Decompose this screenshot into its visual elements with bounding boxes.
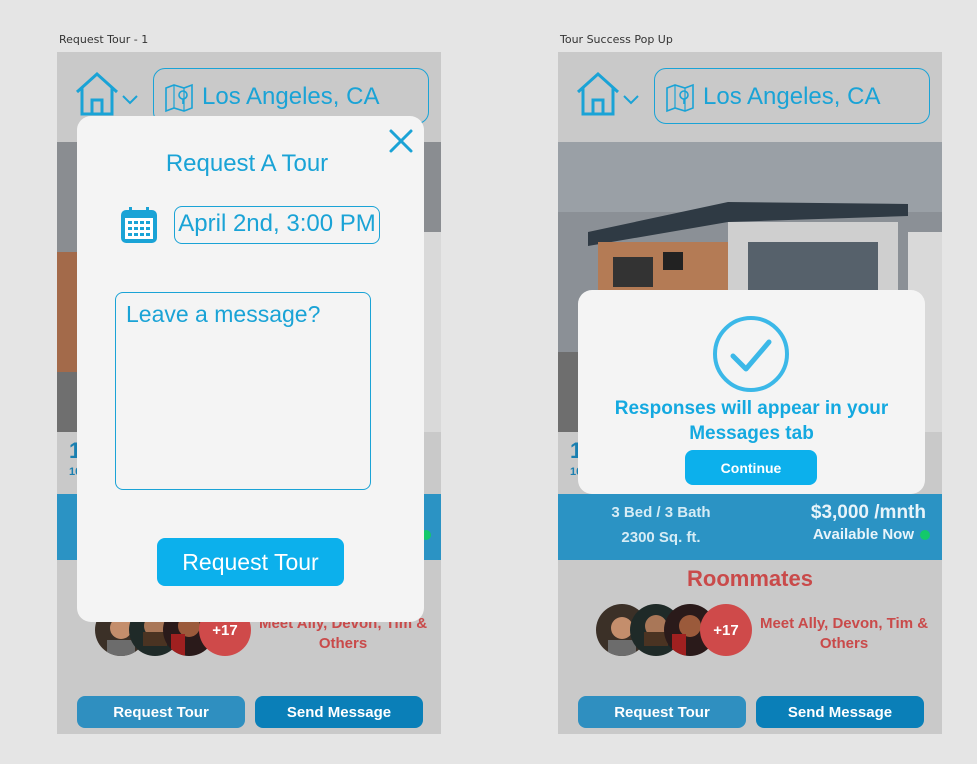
close-icon[interactable]	[388, 128, 414, 154]
home-icon[interactable]	[73, 70, 143, 118]
message-textarea[interactable]	[115, 292, 371, 490]
top-bar: Los Angeles, CA	[558, 52, 942, 142]
frame-label-tour-success: Tour Success Pop Up	[560, 33, 673, 46]
availability-text: Available Now	[812, 526, 914, 543]
more-roommates-badge[interactable]: +17	[700, 604, 752, 656]
modal-title: Request A Tour	[165, 150, 329, 177]
home-icon[interactable]	[574, 70, 644, 118]
frame-label-request-tour: Request Tour - 1	[59, 33, 149, 46]
request-tour-button[interactable]: Request Tour	[578, 696, 746, 728]
available-dot	[920, 530, 930, 541]
beds-baths: 3 Bed / 3 Bath	[611, 504, 711, 521]
request-tour-modal: Request A Tour April 2nd, 3:00 PM Reques…	[77, 116, 424, 622]
phone-frame-tour-success: Los Angeles, CA 1 10 3 Bed / 3 Bath 2300…	[558, 52, 942, 734]
calendar-icon[interactable]	[120, 206, 158, 244]
submit-request-tour-button[interactable]: Request Tour	[157, 538, 344, 586]
location-text: Los Angeles, CA	[703, 83, 881, 110]
price: $3,000 /mnth	[810, 502, 926, 523]
map-pin-icon	[165, 83, 193, 113]
map-pin-icon	[666, 83, 694, 113]
square-feet: 2300 Sq. ft.	[621, 529, 701, 546]
send-message-button[interactable]: Send Message	[255, 696, 423, 728]
phone-frame-request-tour: Los Angeles, CA 1 10 Roommates +17 Meet …	[57, 52, 441, 734]
request-tour-button[interactable]: Request Tour	[77, 696, 245, 728]
listing-info-band: 3 Bed / 3 Bath 2300 Sq. ft. $3,000 /mnth…	[558, 494, 942, 560]
roommates-title: Roommates	[687, 566, 813, 591]
success-message: Responses will appear in your Messages t…	[614, 398, 889, 444]
send-message-button[interactable]: Send Message	[756, 696, 924, 728]
continue-button[interactable]: Continue	[685, 450, 817, 485]
location-selector[interactable]: Los Angeles, CA	[654, 68, 930, 124]
tour-success-modal: Responses will appear in your Messages t…	[578, 290, 925, 494]
location-text: Los Angeles, CA	[202, 83, 380, 110]
check-circle-icon	[713, 316, 789, 392]
availability-status: Available Now	[813, 526, 930, 543]
tour-date-field[interactable]: April 2nd, 3:00 PM	[174, 206, 380, 244]
meet-roommates-text: Meet Ally, Devon, Tim & Others	[759, 615, 929, 652]
